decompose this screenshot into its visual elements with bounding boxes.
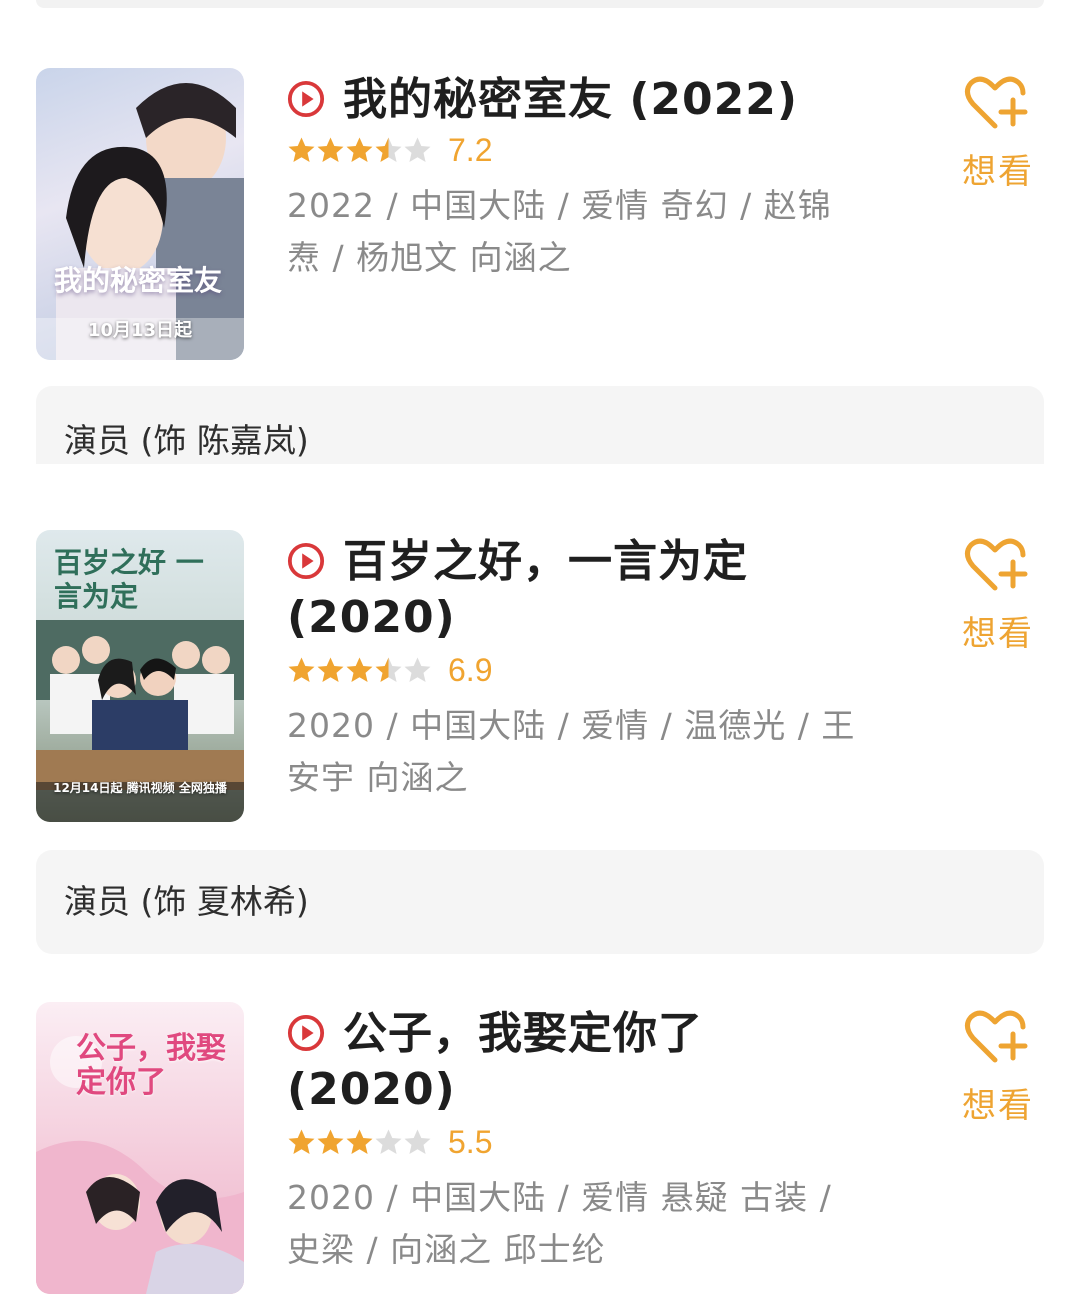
rating-stars <box>287 656 432 685</box>
want-label: 想看 <box>962 1086 1034 1126</box>
rating-score: 6.9 <box>448 651 493 688</box>
movie-title-row[interactable]: 我的秘密室友 (2022) <box>287 72 887 128</box>
rating-row: 6.9 <box>287 648 887 692</box>
role-bar[interactable]: 演员 (饰 陈嘉岚) <box>36 386 1044 464</box>
role-text: 演员 (饰 陈嘉岚) <box>64 421 309 460</box>
movie-info: 公子，我娶定你了 (2020) 5.5 2020 / 中国大陆 / 爱情 悬疑 … <box>287 1002 887 1276</box>
star-icon <box>375 1129 402 1154</box>
heart-plus-icon <box>965 538 1028 591</box>
rating-stars <box>287 1128 432 1157</box>
star-icon <box>288 1129 315 1154</box>
star-icon <box>288 657 315 682</box>
movie-title-row[interactable]: 公子，我娶定你了 (2020) <box>287 1006 887 1118</box>
heart-plus-icon <box>965 76 1028 129</box>
movie-meta: 2022 / 中国大陆 / 爱情 奇幻 / 赵锦焘 / 杨旭文 向涵之 <box>287 186 832 277</box>
want-label: 想看 <box>962 614 1034 654</box>
movie-year: (2020) <box>287 1064 456 1115</box>
movie-poster[interactable]: 我的秘密室友 10月13日起 <box>36 68 244 360</box>
star-icon <box>317 1129 344 1154</box>
top-divider <box>36 0 1044 8</box>
movie-title-row[interactable]: 百岁之好，一言为定 (2020) <box>287 534 887 646</box>
play-icon <box>287 1014 325 1052</box>
movie-info: 百岁之好，一言为定 (2020) 6.9 2020 / 中国大陆 / 爱情 / … <box>287 530 887 804</box>
star-icon <box>317 657 344 682</box>
star-icon <box>375 657 402 682</box>
star-icon <box>346 137 373 162</box>
want-to-watch-button[interactable]: 想看 <box>958 1008 1038 1127</box>
rating-score: 5.5 <box>448 1123 493 1160</box>
movie-meta: 2020 / 中国大陆 / 爱情 / 温德光 / 王安宇 向涵之 <box>287 706 856 797</box>
want-label: 想看 <box>962 152 1034 192</box>
movie-title: 公子，我娶定你了 <box>343 1008 703 1059</box>
star-icon <box>317 137 344 162</box>
movie-title: 我的秘密室友 (2022) <box>343 74 798 125</box>
rating-row: 7.2 <box>287 128 887 172</box>
star-icon <box>404 137 431 162</box>
star-icon <box>404 1129 431 1154</box>
role-bar[interactable]: 演员 (饰 夏林希) <box>36 850 1044 954</box>
heart-plus-icon <box>965 1010 1028 1063</box>
movie-info: 我的秘密室友 (2022) 7.2 2022 / 中国大陆 / 爱情 奇幻 / … <box>287 68 887 284</box>
poster-caption: 10月13日起 <box>87 320 193 341</box>
play-icon <box>287 80 325 118</box>
star-icon <box>346 657 373 682</box>
star-icon <box>404 657 431 682</box>
poster-title: 公子，我娶定你了 <box>76 1031 226 1100</box>
star-icon <box>288 137 315 162</box>
poster-title: 百岁之好 一言为定 <box>54 546 204 613</box>
rating-score: 7.2 <box>448 131 493 168</box>
poster-caption: 12月14日起 腾讯视频 全网独播 <box>53 781 227 795</box>
star-icon <box>375 137 402 162</box>
movie-poster[interactable]: 公子，我娶定你了 <box>36 1002 244 1294</box>
rating-stars <box>287 136 432 165</box>
poster-title: 我的秘密室友 <box>54 264 223 297</box>
role-text: 演员 (饰 夏林希) <box>64 882 309 921</box>
want-to-watch-button[interactable]: 想看 <box>958 74 1038 193</box>
movie-poster[interactable]: 百岁之好 一言为定 12月14日起 腾讯视频 全网独播 <box>36 530 244 822</box>
movie-year: (2020) <box>287 592 456 643</box>
movie-title: 百岁之好，一言为定 <box>343 536 748 587</box>
play-icon <box>287 542 325 580</box>
want-to-watch-button[interactable]: 想看 <box>958 536 1038 655</box>
movie-meta: 2020 / 中国大陆 / 爱情 悬疑 古装 / 史梁 / 向涵之 邱士纶 <box>287 1178 832 1269</box>
star-icon <box>346 1129 373 1154</box>
rating-row: 5.5 <box>287 1120 887 1164</box>
